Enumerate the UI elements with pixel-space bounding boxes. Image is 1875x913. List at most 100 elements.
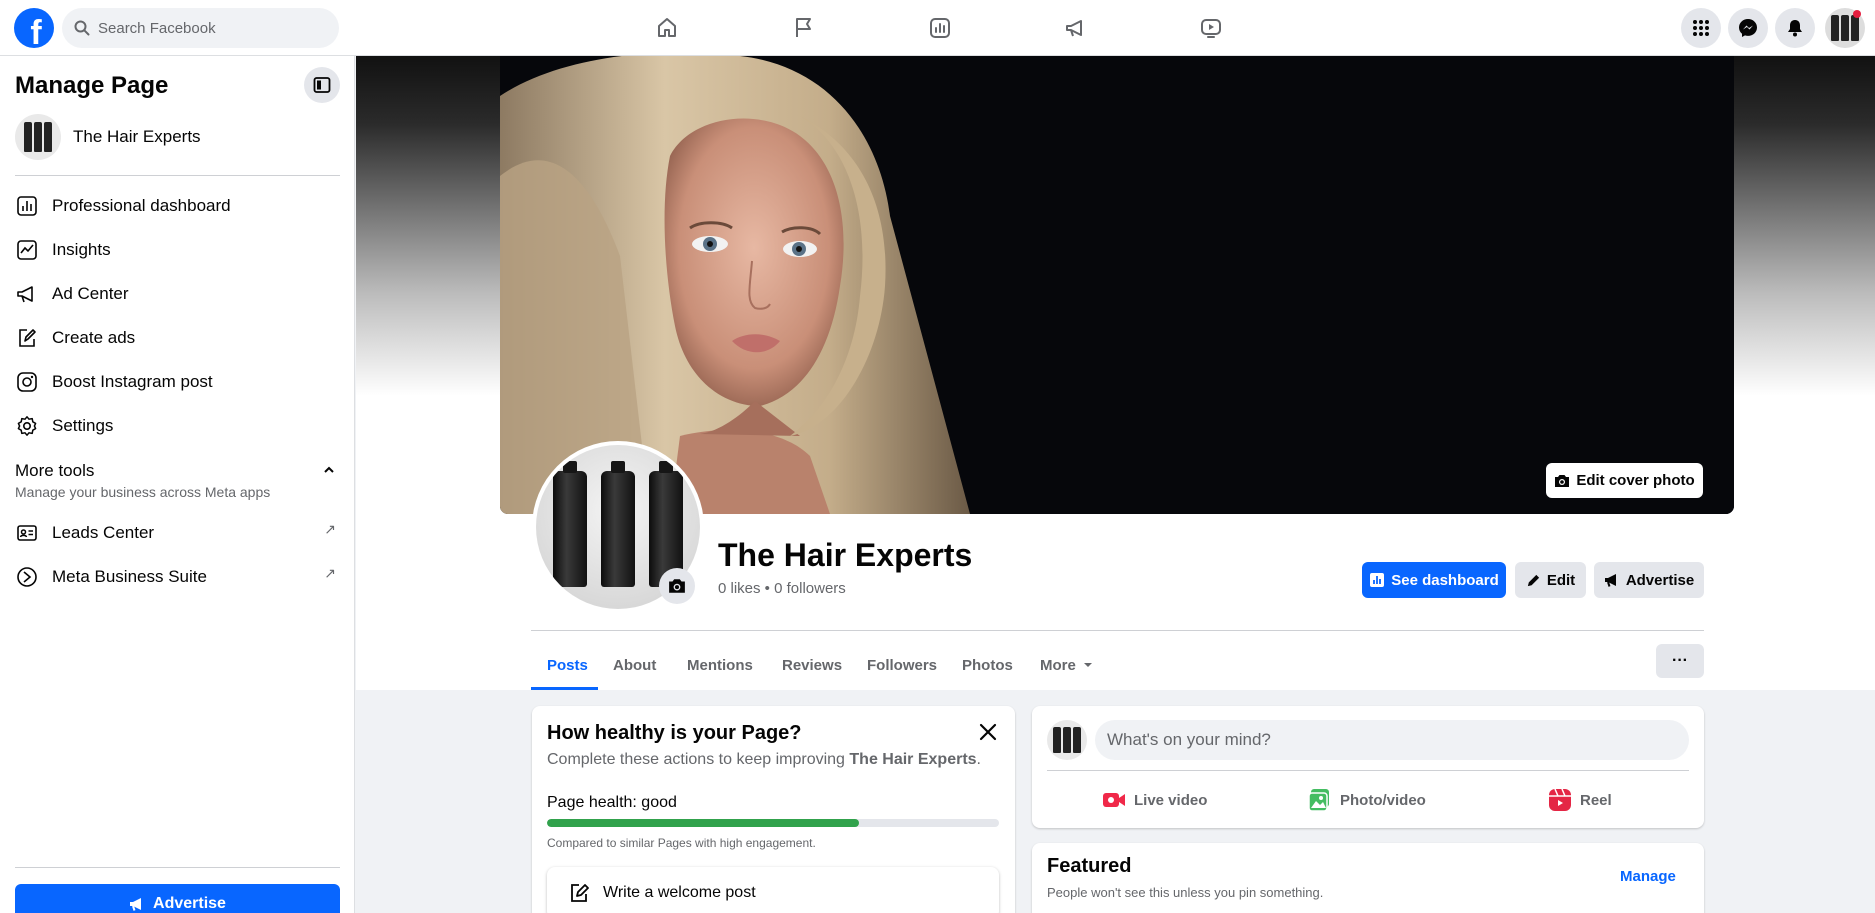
dashboard-icon[interactable] bbox=[924, 12, 956, 44]
manage-featured-link[interactable]: Manage bbox=[1620, 868, 1676, 885]
page-health-title: How healthy is your Page? bbox=[547, 722, 802, 744]
facebook-logo[interactable]: f bbox=[14, 8, 54, 52]
sidebar-divider bbox=[15, 867, 340, 868]
sidebar-item-label: Meta Business Suite bbox=[52, 567, 207, 586]
reel-icon bbox=[1549, 788, 1571, 811]
post-composer-card: What's on your mind? Live video Photo/vi… bbox=[1032, 706, 1704, 828]
advertise-label: Advertise bbox=[153, 895, 226, 912]
sidebar-item-boost-instagram[interactable]: Boost Instagram post bbox=[15, 364, 340, 400]
live-video-label: Live video bbox=[1134, 791, 1208, 809]
sidebar-item-label: Leads Center bbox=[52, 523, 155, 542]
messenger-icon[interactable] bbox=[1728, 8, 1768, 48]
sidebar-page-switcher[interactable]: The Hair Experts bbox=[15, 114, 201, 160]
live-video-icon bbox=[1103, 793, 1125, 807]
sidebar-divider bbox=[15, 175, 340, 176]
search-box[interactable] bbox=[62, 8, 339, 48]
collapse-sidebar-icon[interactable] bbox=[304, 67, 340, 103]
camera-icon bbox=[1555, 474, 1570, 487]
edit-label: Edit bbox=[1546, 571, 1576, 589]
tab-photos[interactable]: Photos bbox=[962, 640, 1013, 690]
see-dashboard-button[interactable]: See dashboard bbox=[1362, 562, 1506, 598]
gear-icon bbox=[15, 414, 39, 438]
caret-down-icon bbox=[1083, 663, 1092, 667]
page-title: The Hair Experts bbox=[718, 537, 973, 573]
manage-page-sidebar: Manage Page The Hair Experts Professiona… bbox=[0, 56, 355, 913]
sidebar-item-label: Boost Instagram post bbox=[52, 372, 213, 391]
search-input[interactable] bbox=[98, 19, 318, 37]
megaphone-icon bbox=[130, 898, 142, 911]
notification-dot bbox=[1853, 10, 1861, 18]
sidebar-advertise-button[interactable]: Advertise bbox=[15, 884, 340, 913]
home-icon[interactable] bbox=[651, 12, 683, 44]
welcome-post-label: Write a welcome post bbox=[603, 884, 756, 901]
external-link-icon: ↗ bbox=[324, 565, 336, 581]
more-tools-title: More tools bbox=[15, 461, 95, 480]
update-profile-picture-camera-icon[interactable] bbox=[659, 568, 695, 604]
megaphone-icon bbox=[15, 282, 39, 306]
sidebar-title: Manage Page bbox=[15, 72, 169, 99]
close-icon[interactable] bbox=[976, 720, 1000, 744]
write-welcome-post-button[interactable]: Write a welcome post bbox=[547, 867, 999, 913]
sidebar-item-leads-center[interactable]: Leads Center ↗ bbox=[15, 515, 340, 551]
sidebar-item-professional-dashboard[interactable]: Professional dashboard bbox=[15, 188, 340, 224]
page-stats: 0 likes • 0 followers bbox=[718, 580, 846, 597]
bottle-image bbox=[553, 461, 587, 587]
page-health-progress-fill bbox=[547, 819, 859, 827]
more-options-button[interactable]: ··· bbox=[1656, 644, 1704, 678]
megaphone-icon bbox=[1604, 574, 1616, 587]
more-dots-icon: ··· bbox=[1672, 652, 1688, 669]
tab-more[interactable]: More bbox=[1040, 640, 1094, 690]
edit-cover-photo-button[interactable]: Edit cover photo bbox=[1546, 463, 1703, 498]
instagram-icon bbox=[15, 370, 39, 394]
chart-icon bbox=[15, 194, 39, 218]
pencil-square-icon bbox=[15, 326, 39, 350]
sidebar-item-label: Professional dashboard bbox=[52, 196, 231, 215]
video-icon[interactable] bbox=[1195, 12, 1227, 44]
compose-icon bbox=[571, 884, 589, 902]
page-health-progress bbox=[547, 819, 999, 827]
tab-about[interactable]: About bbox=[613, 640, 656, 690]
bottle-image bbox=[601, 461, 635, 587]
more-tools-subtitle: Manage your business across Meta apps bbox=[15, 484, 271, 500]
megaphone-icon[interactable] bbox=[1060, 12, 1092, 44]
live-video-button[interactable]: Live video bbox=[1102, 780, 1207, 820]
photo-video-button[interactable]: Photo/video bbox=[1308, 780, 1426, 820]
whats-on-your-mind-input[interactable]: What's on your mind? bbox=[1095, 720, 1689, 760]
subtitle-suffix: . bbox=[976, 751, 981, 768]
sidebar-item-create-ads[interactable]: Create ads bbox=[15, 320, 340, 356]
photo-icon bbox=[1308, 789, 1329, 812]
tab-posts[interactable]: Posts bbox=[547, 640, 588, 690]
page-avatar bbox=[15, 114, 61, 160]
sidebar-item-label: Insights bbox=[52, 240, 111, 259]
more-tools-section[interactable]: More tools Manage your business across M… bbox=[15, 461, 340, 500]
pencil-icon bbox=[1527, 574, 1539, 586]
sidebar-item-insights[interactable]: Insights bbox=[15, 232, 340, 268]
cover-photo-portrait bbox=[500, 56, 1734, 514]
sidebar-item-meta-business-suite[interactable]: Meta Business Suite ↗ bbox=[15, 559, 340, 595]
sidebar-item-label: Create ads bbox=[52, 328, 136, 347]
advertise-button[interactable]: Advertise bbox=[1594, 562, 1704, 598]
page-health-subtitle: Complete these actions to keep improving… bbox=[547, 751, 981, 769]
see-dashboard-label: See dashboard bbox=[1391, 571, 1499, 589]
external-link-icon: ↗ bbox=[324, 521, 336, 537]
tabs-divider bbox=[531, 630, 1704, 631]
tab-followers[interactable]: Followers bbox=[867, 640, 937, 690]
flag-icon[interactable] bbox=[788, 12, 820, 44]
chevron-up-icon[interactable] bbox=[322, 463, 336, 482]
photo-video-label: Photo/video bbox=[1340, 791, 1426, 809]
reel-label: Reel bbox=[1580, 791, 1612, 809]
insights-icon bbox=[15, 238, 39, 262]
sidebar-item-settings[interactable]: Settings bbox=[15, 408, 340, 444]
edit-page-button[interactable]: Edit bbox=[1515, 562, 1586, 598]
featured-subtitle: People won't see this unless you pin som… bbox=[1047, 885, 1324, 900]
sidebar-page-name: The Hair Experts bbox=[73, 127, 201, 146]
tab-reviews[interactable]: Reviews bbox=[782, 640, 842, 690]
sidebar-item-label: Settings bbox=[52, 416, 114, 435]
sidebar-item-ad-center[interactable]: Ad Center bbox=[15, 276, 340, 312]
reel-button[interactable]: Reel bbox=[1548, 780, 1612, 820]
cover-photo[interactable] bbox=[500, 56, 1734, 514]
page-health-note: Compared to similar Pages with high enga… bbox=[547, 836, 816, 850]
tab-mentions[interactable]: Mentions bbox=[687, 640, 753, 690]
bell-icon[interactable] bbox=[1775, 8, 1815, 48]
menu-grid-icon[interactable] bbox=[1681, 8, 1721, 48]
